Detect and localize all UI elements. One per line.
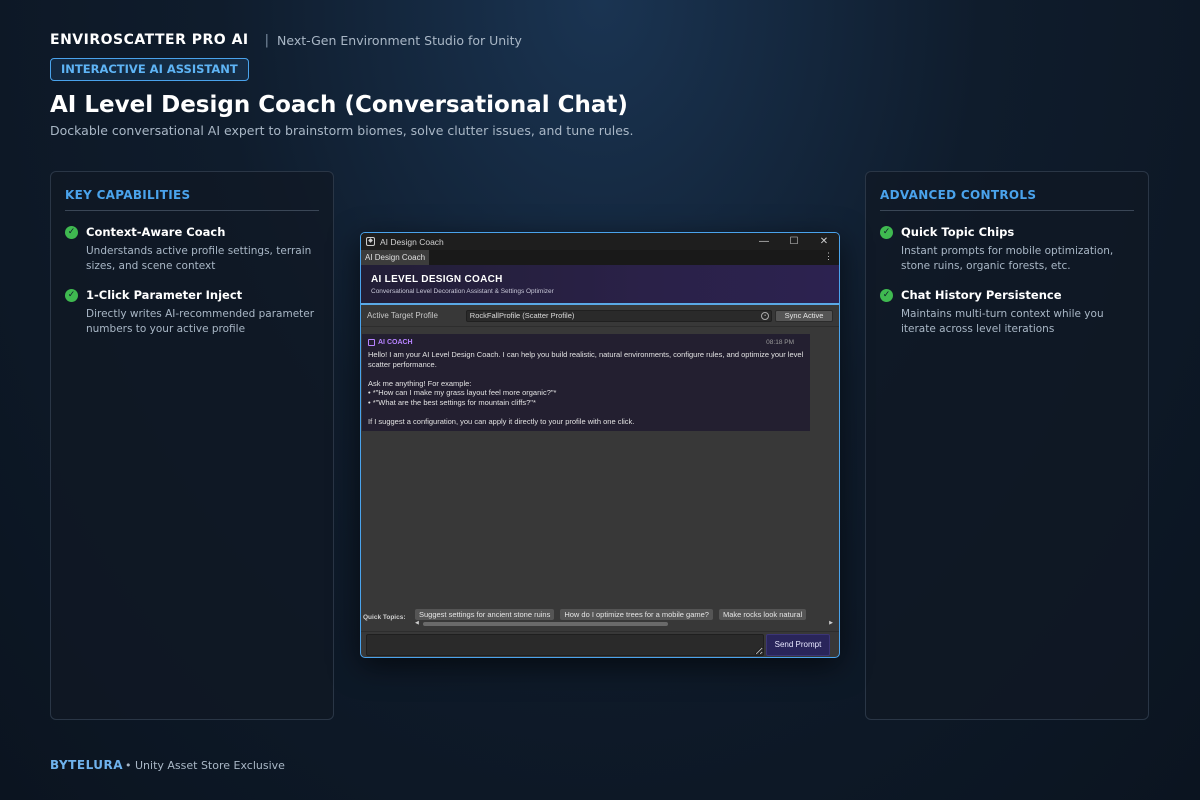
feature-item: ✓ Chat History Persistence Maintains mul… [880, 288, 1134, 337]
tab-ai-design-coach[interactable]: AI Design Coach [361, 250, 430, 265]
coach-title: AI LEVEL DESIGN COACH [371, 274, 503, 285]
chat-message: AI COACH 08:18 PM Hello! I am your AI Le… [362, 334, 810, 431]
profile-row: Active Target Profile RockFallProfile (S… [361, 305, 839, 327]
feature-desc: Maintains multi-turn context while you i… [901, 308, 1104, 335]
brand-name: ENVIROSCATTER PRO AI [50, 32, 249, 48]
advanced-controls-panel: ADVANCED CONTROLS ✓ Quick Topic Chips In… [865, 171, 1149, 720]
check-icon: ✓ [880, 289, 893, 302]
feature-title: 1-Click Parameter Inject [86, 288, 243, 302]
footer-brand: BYTELURA [50, 758, 124, 772]
check-icon: ✓ [65, 226, 78, 239]
brand-row: ENVIROSCATTER PRO AI | Next-Gen Environm… [50, 32, 522, 48]
check-icon: ✓ [880, 226, 893, 239]
send-prompt-button[interactable]: Send Prompt [766, 633, 830, 656]
kebab-menu-icon[interactable]: ⋮ [824, 250, 839, 265]
coach-subtitle: Conversational Level Decoration Assistan… [371, 288, 554, 295]
feature-item: ✓ Context-Aware Coach Understands active… [65, 225, 319, 274]
topic-chip[interactable]: How do I optimize trees for a mobile gam… [560, 609, 713, 620]
window-title: AI Design Coach [380, 236, 444, 247]
feature-title: Context-Aware Coach [86, 225, 226, 239]
message-header: AI COACH 08:18 PM [368, 339, 804, 346]
feature-desc: Directly writes AI-recommended parameter… [86, 308, 315, 335]
window-titlebar[interactable]: ◆ AI Design Coach — ☐ ✕ [361, 233, 839, 250]
topic-chip[interactable]: Suggest settings for ancient stone ruins [415, 609, 555, 620]
chat-history[interactable]: AI COACH 08:18 PM Hello! I am your AI Le… [361, 327, 839, 591]
feature-desc: Understands active profile settings, ter… [86, 245, 312, 272]
scroll-right-icon[interactable]: ▶ [829, 620, 833, 626]
minimize-button[interactable]: — [749, 236, 779, 247]
footer-note: • Unity Asset Store Exclusive [125, 759, 285, 772]
message-text: Hello! I am your AI Level Design Coach. … [368, 350, 804, 426]
close-button[interactable]: ✕ [809, 236, 839, 247]
panel-heading: KEY CAPABILITIES [65, 188, 319, 211]
prompt-row: Send Prompt [361, 631, 839, 657]
feature-title: Chat History Persistence [901, 288, 1062, 302]
sync-active-button[interactable]: Sync Active [775, 309, 833, 322]
coach-header: AI LEVEL DESIGN COACH Conversational Lev… [361, 265, 839, 305]
brand-separator: | [264, 32, 270, 48]
key-capabilities-panel: KEY CAPABILITIES ✓ Context-Aware Coach U… [50, 171, 334, 720]
scroll-left-icon[interactable]: ◀ [415, 620, 419, 626]
maximize-button[interactable]: ☐ [779, 236, 809, 247]
object-picker-icon[interactable]: • [761, 311, 770, 320]
page-title: AI Level Design Coach (Conversational Ch… [50, 92, 628, 118]
message-sender: AI COACH [378, 339, 413, 346]
profile-label: Active Target Profile [367, 311, 438, 320]
panel-heading: ADVANCED CONTROLS [880, 188, 1134, 211]
feature-title: Quick Topic Chips [901, 225, 1015, 239]
chips-scrollbar[interactable]: ◀ ▶ [415, 620, 833, 627]
scrollbar-thumb[interactable] [423, 622, 668, 626]
page-subtitle: Dockable conversational AI expert to bra… [50, 123, 634, 138]
topic-chips: Suggest settings for ancient stone ruins… [415, 609, 835, 620]
check-icon: ✓ [65, 289, 78, 302]
profile-value: RockFallProfile (Scatter Profile) [469, 310, 575, 320]
message-time: 08:18 PM [766, 339, 794, 346]
profile-object-field[interactable]: RockFallProfile (Scatter Profile) • [465, 309, 773, 322]
assistant-pill: INTERACTIVE AI ASSISTANT [50, 58, 249, 81]
brand-tagline: Next-Gen Environment Studio for Unity [277, 32, 522, 48]
prompt-input[interactable] [366, 633, 764, 656]
quick-topics-label: Quick Topics: [363, 614, 406, 621]
unity-window-icon: ◆ [366, 237, 375, 246]
topic-chip[interactable]: Make rocks look natural [718, 609, 807, 620]
feature-item: ✓ Quick Topic Chips Instant prompts for … [880, 225, 1134, 274]
ai-design-coach-window: ◆ AI Design Coach — ☐ ✕ AI Design Coach … [360, 232, 840, 658]
feature-item: ✓ 1-Click Parameter Inject Directly writ… [65, 288, 319, 337]
feature-desc: Instant prompts for mobile optimization,… [901, 245, 1114, 272]
tab-bar: AI Design Coach ⋮ [361, 250, 839, 265]
robot-icon [368, 339, 375, 346]
